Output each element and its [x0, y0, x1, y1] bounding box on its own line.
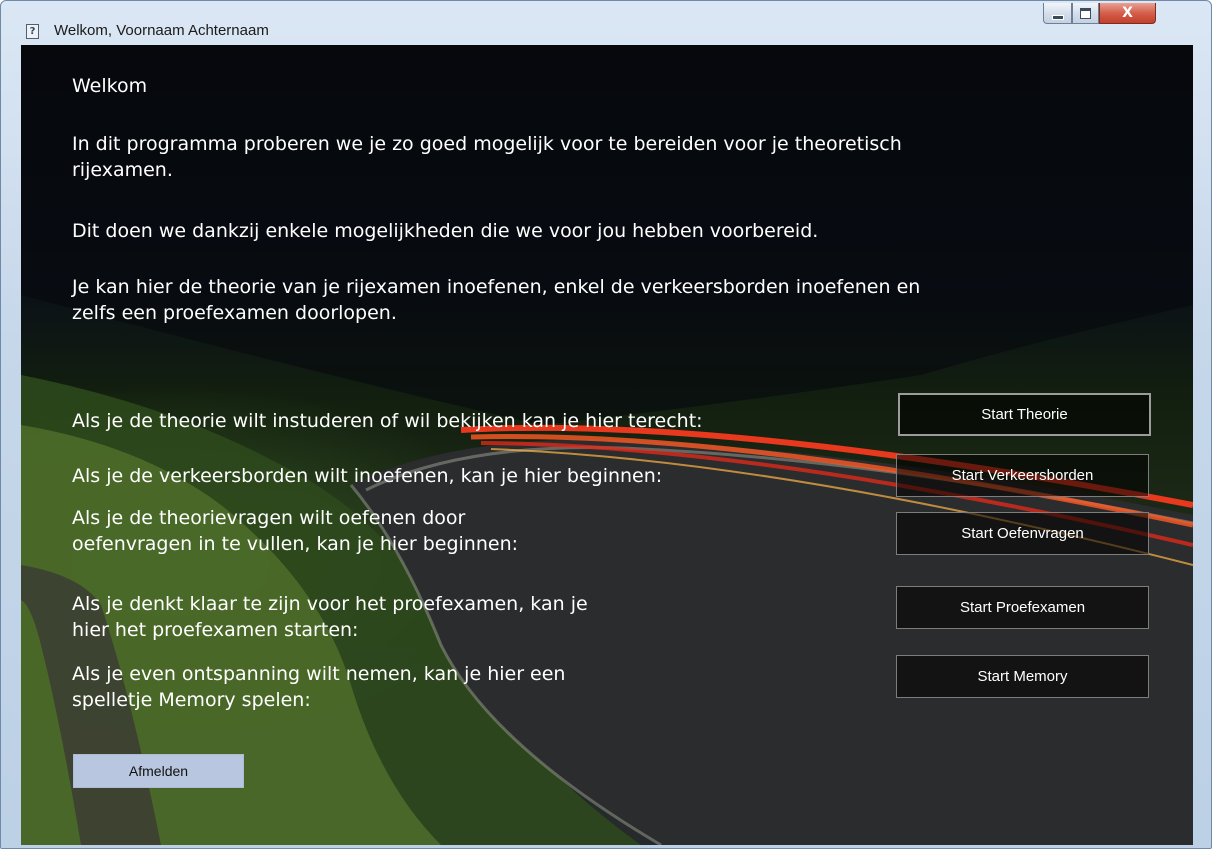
start-memory-button[interactable]: Start Memory [896, 655, 1149, 698]
theorie-description: Als je de theorie wilt instuderen of wil… [72, 410, 703, 432]
close-icon: X [1122, 5, 1133, 21]
possibilities-paragraph: Dit doen we dankzij enkele mogelijkheden… [72, 220, 819, 242]
minimize-icon [1051, 14, 1064, 20]
start-oefenvragen-button[interactable]: Start Oefenvragen [896, 512, 1149, 555]
maximize-icon [1080, 7, 1091, 19]
app-icon[interactable]: ? [26, 24, 39, 39]
start-theorie-button[interactable]: Start Theorie [898, 393, 1151, 436]
minimize-button[interactable] [1043, 3, 1072, 24]
intro-paragraph: In dit programma proberen we je zo goed … [72, 133, 902, 181]
welcome-heading: Welkom [72, 75, 148, 97]
welcome-panel: Welkom In dit programma proberen we je z… [21, 45, 1193, 845]
title-bar[interactable]: ? Welkom, Voornaam Achternaam X [1, 1, 1211, 45]
maximize-button[interactable] [1072, 3, 1099, 24]
proefexamen-description: Als je denkt klaar te zijn voor het proe… [72, 593, 588, 641]
oefenvragen-description: Als je de theorievragen wilt oefenen doo… [72, 507, 519, 555]
start-verkeersborden-button[interactable]: Start Verkeersborden [896, 454, 1149, 497]
features-paragraph: Je kan hier de theorie van je rijexamen … [72, 276, 921, 324]
logout-button[interactable]: Afmelden [73, 754, 244, 788]
memory-description: Als je even ontspanning wilt nemen, kan … [72, 663, 566, 711]
verkeersborden-description: Als je de verkeersborden wilt inoefenen,… [72, 465, 663, 487]
window-title: Welkom, Voornaam Achternaam [54, 22, 269, 39]
start-proefexamen-button[interactable]: Start Proefexamen [896, 586, 1149, 629]
main-window: ? Welkom, Voornaam Achternaam X Welkom I… [0, 0, 1212, 849]
close-button[interactable]: X [1099, 3, 1156, 24]
